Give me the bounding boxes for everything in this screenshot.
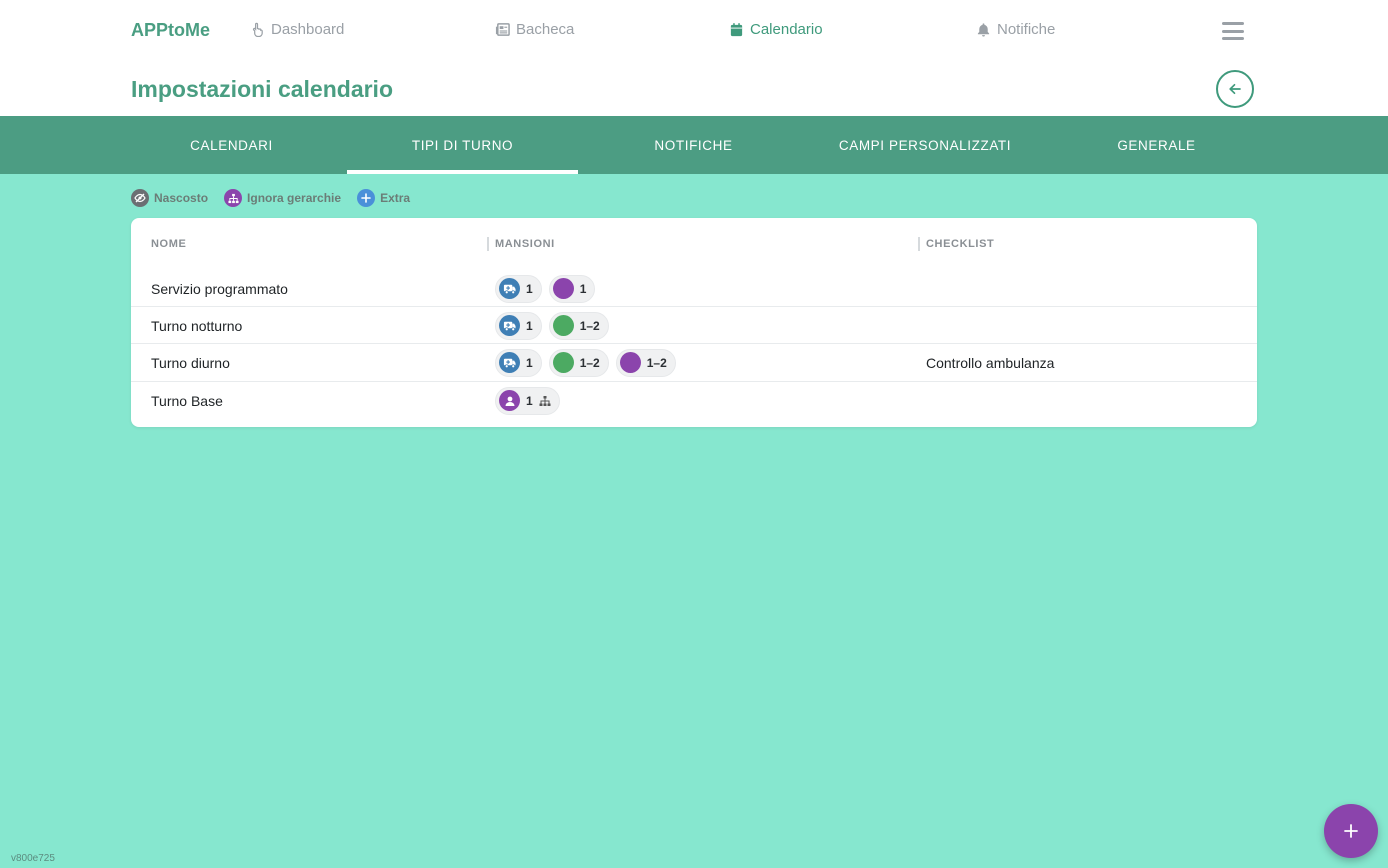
role-color-dot-icon <box>552 315 574 336</box>
role-chip: 1–2 <box>548 348 609 377</box>
nav-calendario[interactable]: Calendario <box>729 21 823 38</box>
back-button[interactable] <box>1216 70 1254 108</box>
sitemap-icon <box>224 189 243 207</box>
legend: Nascosto Ignora gerarchie Extra <box>131 189 426 207</box>
bell-icon <box>977 23 990 37</box>
nav-label: Dashboard <box>271 21 345 38</box>
hamburger-menu-icon[interactable] <box>1222 22 1244 40</box>
shift-name: Servizio programmato <box>151 280 288 297</box>
tab-notifiche[interactable]: NOTIFICHE <box>578 116 809 174</box>
role-count: 1 <box>579 281 587 296</box>
ambulance-icon <box>499 315 520 336</box>
tab-calendari[interactable]: CALENDARI <box>116 116 347 174</box>
column-header-mansioni[interactable]: MANSIONI <box>495 238 555 250</box>
role-chip: 1 <box>495 348 542 377</box>
page-title: Impostazioni calendario <box>131 76 393 102</box>
nav-label: Calendario <box>750 21 823 38</box>
nav-bacheca[interactable]: Bacheca <box>495 21 574 38</box>
ambulance-icon <box>499 352 520 373</box>
role-chip: 1 <box>495 274 542 303</box>
nav-notifiche[interactable]: Notifiche <box>976 21 1055 38</box>
tab-campi-personalizzati[interactable]: CAMPI PERSONALIZZATI <box>809 116 1041 174</box>
nav-label: Notifiche <box>997 21 1056 38</box>
legend-item-extra: Extra <box>357 189 410 207</box>
shift-name: Turno Base <box>151 392 223 409</box>
plus-icon <box>357 189 376 207</box>
checklist-cell: Controllo ambulanza <box>926 354 1055 371</box>
role-color-dot-icon <box>552 278 574 299</box>
legend-label: Nascosto <box>154 191 209 205</box>
brand-logo[interactable]: APPtoMe <box>131 20 210 41</box>
role-count: 1 <box>526 393 533 408</box>
app-version: v800e725 <box>11 853 55 864</box>
shift-types-table: NOME MANSIONI CHECKLIST Servizio program… <box>131 218 1257 427</box>
calendar-icon <box>730 22 743 37</box>
legend-item-nascosto: Nascosto <box>131 189 208 207</box>
table-row[interactable]: Turno diurno 1 1–2 1–2 Controllo ambulan… <box>131 343 1257 380</box>
role-color-dot-icon <box>552 352 574 373</box>
add-shift-type-button[interactable] <box>1324 804 1378 858</box>
role-chip: 1 <box>548 274 596 303</box>
mansioni-cell: 1 1–2 1–2 <box>495 344 676 381</box>
legend-label: Extra <box>380 191 411 205</box>
user-icon <box>499 390 520 411</box>
role-chip: 1 <box>495 386 560 415</box>
legend-item-ignora-gerarchie: Ignora gerarchie <box>224 189 341 207</box>
role-count: 1 <box>526 281 533 296</box>
newspaper-icon <box>495 23 510 36</box>
tab-tipi-di-turno[interactable]: TIPI DI TURNO <box>347 116 578 174</box>
mansioni-cell: 1 1 <box>495 270 596 307</box>
role-chip: 1–2 <box>615 348 676 377</box>
table-row[interactable]: Turno notturno 1 1–2 <box>131 306 1257 343</box>
nav-label: Bacheca <box>516 21 575 38</box>
ambulance-icon <box>499 278 520 299</box>
arrow-left-icon <box>1229 83 1241 95</box>
role-count: 1–2 <box>579 318 600 333</box>
column-resize-handle[interactable] <box>487 237 489 251</box>
column-header-nome[interactable]: NOME <box>151 238 186 250</box>
column-resize-handle[interactable] <box>918 237 920 251</box>
role-chip: 1–2 <box>548 311 609 340</box>
settings-tabbar: CALENDARI TIPI DI TURNO NOTIFICHE CAMPI … <box>0 116 1388 174</box>
nav-dashboard[interactable]: Dashboard <box>250 21 344 38</box>
table-row[interactable]: Servizio programmato 1 1 <box>131 270 1257 307</box>
mansioni-cell: 1 1–2 <box>495 307 609 344</box>
legend-label: Ignora gerarchie <box>247 191 342 205</box>
role-count: 1 <box>526 355 533 370</box>
header: APPtoMe Dashboard Bacheca Calendario Not… <box>0 0 1388 116</box>
role-count: 1–2 <box>646 355 667 370</box>
shift-name: Turno diurno <box>151 354 230 371</box>
column-header-checklist[interactable]: CHECKLIST <box>926 238 994 250</box>
role-color-dot-icon <box>619 352 641 373</box>
eye-slash-icon <box>131 189 149 207</box>
hand-pointer-icon <box>252 22 263 37</box>
tab-generale[interactable]: GENERALE <box>1041 116 1272 174</box>
mansioni-cell: 1 <box>495 382 560 419</box>
role-chip: 1 <box>495 311 542 340</box>
plus-icon <box>1344 824 1358 838</box>
table-row[interactable]: Turno Base 1 <box>131 381 1257 418</box>
sitemap-icon <box>539 395 551 406</box>
shift-name: Turno notturno <box>151 317 243 334</box>
role-count: 1–2 <box>579 355 600 370</box>
role-count: 1 <box>526 318 533 333</box>
